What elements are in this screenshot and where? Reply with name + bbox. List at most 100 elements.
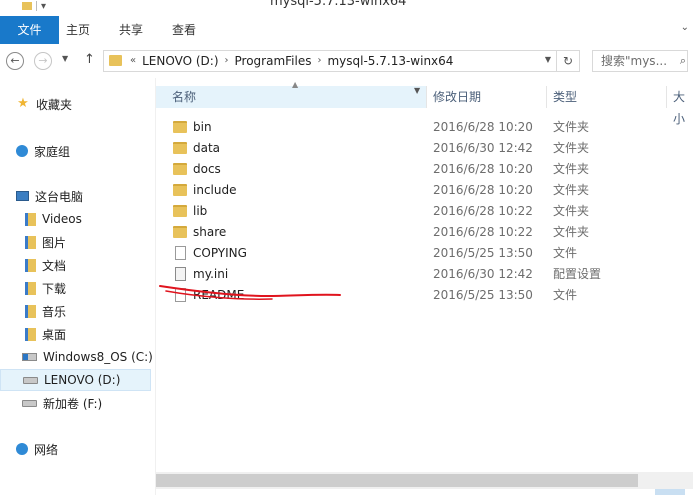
file-row[interactable]: README 2016/5/25 13:50 文件 [156,285,693,306]
column-header-label: 名称 [172,90,197,104]
file-row[interactable]: include 2016/6/28 10:20 文件夹 [156,180,693,201]
file-name: lib [193,204,208,218]
desktop-library-icon [25,327,36,341]
file-name: data [193,141,221,155]
file-type: 文件 [553,246,578,260]
nav-item-network[interactable]: 网络 [16,438,58,460]
refresh-button[interactable]: ↻ [556,51,579,71]
file-row[interactable]: my.ini 2016/6/30 12:42 配置设置 [156,264,693,285]
tab-view[interactable]: 查看 [170,16,198,44]
nav-item-this-pc[interactable]: 这台电脑 [16,185,83,207]
pictures-library-icon [25,235,36,249]
nav-item-downloads[interactable]: 下载 [25,277,66,299]
tab-file[interactable]: 文件 [0,16,59,44]
scrollbar-thumb[interactable] [156,474,638,487]
column-header-name[interactable]: 名称 [156,86,426,108]
address-dropdown-icon[interactable]: ▼ [545,55,551,64]
nav-item-label: 音乐 [42,304,67,319]
folder-icon [173,184,187,196]
nav-item-label: Videos [42,212,82,226]
ribbon-expand-icon[interactable]: ⌄ [681,22,689,33]
nav-item-label: 图片 [42,235,67,250]
file-type: 文件夹 [553,141,590,155]
column-divider[interactable] [426,86,427,108]
nav-item-pictures[interactable]: 图片 [25,231,66,253]
file-date: 2016/6/28 10:20 [433,162,533,176]
file-row[interactable]: share 2016/6/28 10:22 文件夹 [156,222,693,243]
file-type: 文件夹 [553,183,590,197]
column-divider[interactable] [546,86,547,108]
file-type: 文件夹 [553,162,590,176]
nav-item-videos[interactable]: Videos [25,208,82,230]
file-row[interactable]: data 2016/6/30 12:42 文件夹 [156,138,693,159]
drive-icon [23,376,38,384]
file-type: 配置设置 [553,267,602,281]
ribbon: 文件 主页 共享 查看 ⌄ [0,16,693,45]
recent-locations-dropdown-icon[interactable]: ▼ [62,54,68,63]
breadcrumb-item-programfiles[interactable]: ProgramFiles [235,54,312,68]
nav-item-music[interactable]: 音乐 [25,300,66,322]
folder-icon [173,142,187,154]
file-row[interactable]: bin 2016/6/28 10:20 文件夹 [156,117,693,138]
nav-item-label: 家庭组 [34,144,71,159]
search-input[interactable] [593,51,681,71]
forward-button[interactable]: → [34,52,52,70]
nav-item-label: Windows8_OS (C:) [43,350,153,364]
nav-item-label: 文档 [42,258,67,273]
up-button[interactable]: ↑ [84,52,95,67]
nav-item-desktop[interactable]: 桌面 [25,323,66,345]
downloads-library-icon [25,281,36,295]
nav-item-homegroup[interactable]: 家庭组 [16,140,70,162]
quick-access-toolbar[interactable]: ▾ [22,0,46,12]
quick-access-dropdown-icon[interactable]: ▾ [41,1,46,12]
nav-item-label: 网络 [34,442,59,457]
file-type: 文件 [553,288,578,302]
file-row[interactable]: docs 2016/6/28 10:20 文件夹 [156,159,693,180]
nav-item-label: 这台电脑 [35,189,84,204]
folder-icon [109,55,122,66]
horizontal-scrollbar[interactable] [156,472,693,489]
column-filter-dropdown-icon[interactable]: ▼ [414,86,420,95]
nav-item-favorites[interactable]: ★ 收藏夹 [16,93,72,115]
arrow-left-icon: ← [10,54,20,67]
nav-item-drive-d[interactable]: LENOVO (D:) [0,369,151,391]
file-row[interactable]: lib 2016/6/28 10:22 文件夹 [156,201,693,222]
windows-drive-icon [22,353,37,361]
folder-icon [173,121,187,133]
file-icon [175,288,186,302]
address-bar[interactable]: « LENOVO (D:) › ProgramFiles › mysql-5.7… [103,50,580,72]
file-date: 2016/6/30 12:42 [433,267,533,281]
quick-access-icon[interactable] [22,2,32,10]
star-icon: ★ [17,96,29,111]
file-row[interactable]: COPYING 2016/5/25 13:50 文件 [156,243,693,264]
file-name: bin [193,120,212,134]
folder-icon [173,163,187,175]
column-divider[interactable] [666,86,667,108]
breadcrumb: « LENOVO (D:) › ProgramFiles › mysql-5.7… [130,54,453,68]
tab-share[interactable]: 共享 [117,16,145,44]
homegroup-icon [16,145,28,157]
nav-item-drive-f[interactable]: 新加卷 (F:) [22,392,102,414]
view-toggle-buttons[interactable] [655,489,685,495]
column-header-size[interactable]: 大小 [673,86,693,126]
breadcrumb-item-mysql[interactable]: mysql-5.7.13-winx64 [327,54,453,68]
file-date: 2016/6/28 10:22 [433,225,533,239]
nav-item-label: 收藏夹 [36,97,73,112]
column-header-type[interactable]: 类型 [553,86,577,108]
folder-icon [173,205,187,217]
search-icon[interactable]: ⌕ [680,54,686,68]
file-date: 2016/6/28 10:20 [433,120,533,134]
nav-item-documents[interactable]: 文档 [25,254,66,276]
search-box[interactable]: ⌕ [592,50,688,72]
chevron-right-icon[interactable]: › [317,54,321,68]
network-icon [16,443,28,455]
nav-item-label: 下载 [42,281,67,296]
back-button[interactable]: ← [6,52,24,70]
documents-library-icon [25,258,36,272]
tab-home[interactable]: 主页 [64,16,92,44]
breadcrumb-overflow-icon[interactable]: « [130,54,136,68]
nav-item-drive-c[interactable]: Windows8_OS (C:) [22,346,153,368]
column-header-date[interactable]: 修改日期 [433,86,481,108]
breadcrumb-item-drive[interactable]: LENOVO (D:) [142,54,218,68]
chevron-right-icon[interactable]: › [225,54,229,68]
